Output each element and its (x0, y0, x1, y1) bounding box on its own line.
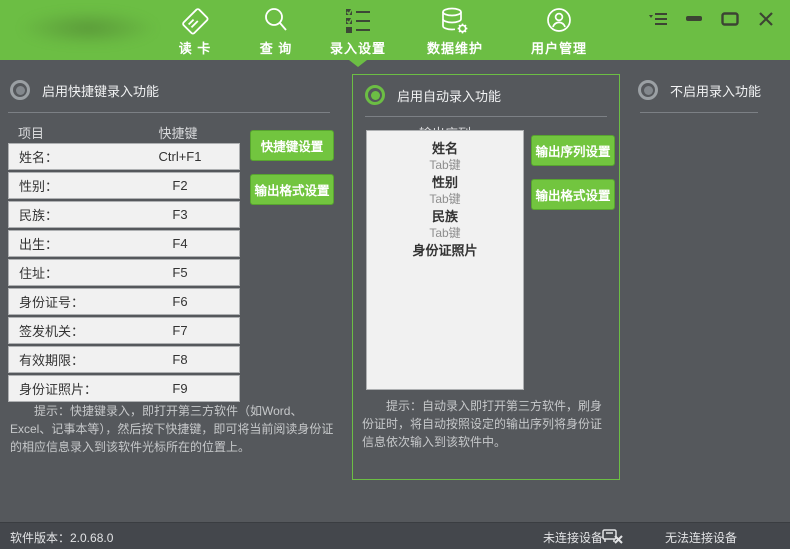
device-status-text: 未连接设备 (543, 529, 603, 546)
search-icon (260, 5, 292, 37)
tab-label: 录入设置 (330, 38, 386, 57)
row-hotkey: F7 (121, 323, 239, 338)
database-gear-icon (438, 5, 472, 37)
row-label: 出生： (9, 234, 121, 253)
none-mode-radio[interactable] (638, 80, 658, 100)
row-hotkey: F8 (121, 352, 239, 367)
tab-label: 数据维护 (427, 38, 483, 57)
table-row[interactable]: 身份证照片： F9 (8, 375, 240, 402)
sequence-item: 姓名 (367, 140, 523, 157)
tab-read-card[interactable]: 读 卡 (155, 5, 235, 57)
tab-label: 读 卡 (179, 38, 212, 57)
header-bar: 读 卡 查 询 (0, 0, 790, 60)
tab-user-management[interactable]: 用户管理 (511, 5, 607, 57)
output-sequence-list[interactable]: 姓名 Tab键 性别 Tab键 民族 Tab键 身份证照片 (366, 130, 524, 390)
none-mode-option[interactable]: 不启用录入功能 (638, 80, 783, 100)
divider (640, 112, 758, 113)
row-hotkey: F5 (121, 265, 239, 280)
row-hotkey: F9 (121, 381, 239, 396)
tab-label: 用户管理 (531, 38, 587, 57)
divider (365, 116, 607, 117)
maximize-icon[interactable] (720, 10, 740, 28)
connection-status-text: 无法连接设备 (665, 529, 737, 546)
row-label: 民族： (9, 205, 121, 224)
tab-entry-settings[interactable]: 录入设置 (317, 5, 399, 57)
hotkey-hint-text: 提示：快捷键录入，即打开第三方软件（如Word、Excel、记事本等），然后按下… (10, 402, 336, 456)
sequence-item: 民族 (367, 208, 523, 225)
table-row[interactable]: 性别： F2 (8, 172, 240, 199)
table-row[interactable]: 身份证号： F6 (8, 288, 240, 315)
row-hotkey: F6 (121, 294, 239, 309)
row-hotkey: F2 (121, 178, 239, 193)
user-icon (543, 5, 575, 37)
active-tab-indicator (349, 60, 367, 67)
sequence-key-item: Tab键 (367, 157, 523, 174)
row-label: 姓名： (9, 147, 121, 166)
column-header-hotkey: 快捷键 (128, 123, 228, 142)
divider (8, 112, 330, 113)
entry-settings-icon (342, 5, 374, 37)
sequence-key-item: Tab键 (367, 191, 523, 208)
row-label: 有效期限： (9, 350, 121, 369)
tab-data-maintenance[interactable]: 数据维护 (399, 5, 511, 57)
table-row[interactable]: 出生： F4 (8, 230, 240, 257)
menu-icon[interactable] (648, 10, 668, 28)
tab-label: 查 询 (260, 38, 293, 57)
auto-mode-option[interactable]: 启用自动录入功能 (365, 85, 619, 105)
hotkey-panel-buttons: 快捷键设置 输出格式设置 (250, 130, 336, 218)
hotkey-mode-option[interactable]: 启用快捷键录入功能 (10, 80, 338, 100)
sequence-item: 性别 (367, 174, 523, 191)
hotkey-entry-panel: 启用快捷键录入功能 项目 快捷键 姓名： Ctrl+F1 性别： F2 民族： … (8, 70, 338, 520)
sequence-item: 身份证照片 (367, 242, 523, 259)
device-disconnected-icon (601, 527, 623, 545)
minimize-icon[interactable] (684, 10, 704, 28)
table-row[interactable]: 住址： F5 (8, 259, 240, 286)
output-format-settings-button[interactable]: 输出格式设置 (250, 174, 334, 205)
row-label: 性别： (9, 176, 121, 195)
auto-panel-buttons: 输出序列设置 输出格式设置 (531, 135, 617, 223)
table-row[interactable]: 民族： F3 (8, 201, 240, 228)
status-bar: 软件版本：2.0.68.0 未连接设备 无法连接设备 (0, 522, 790, 549)
hotkey-settings-button[interactable]: 快捷键设置 (250, 130, 334, 161)
card-reader-icon (179, 5, 211, 37)
none-mode-label: 不启用录入功能 (670, 81, 761, 100)
table-row[interactable]: 有效期限： F8 (8, 346, 240, 373)
auto-mode-label: 启用自动录入功能 (397, 86, 501, 105)
output-sequence-settings-button[interactable]: 输出序列设置 (531, 135, 615, 166)
close-icon[interactable] (756, 10, 776, 28)
row-label: 身份证照片： (9, 379, 121, 398)
software-version-text: 软件版本：2.0.68.0 (10, 529, 113, 546)
row-hotkey: Ctrl+F1 (121, 149, 239, 164)
column-header-item: 项目 (18, 123, 44, 142)
row-label: 身份证号： (9, 292, 121, 311)
hotkey-mode-label: 启用快捷键录入功能 (42, 81, 159, 100)
output-format-settings-button[interactable]: 输出格式设置 (531, 179, 615, 210)
row-label: 住址： (9, 263, 121, 282)
window-controls (648, 10, 776, 28)
auto-entry-panel: 启用自动录入功能 输出序列 姓名 Tab键 性别 Tab键 民族 Tab键 身份… (352, 74, 620, 480)
auto-hint-text: 提示：自动录入即打开第三方软件，刷身份证时，将自动按照设定的输出序列将身份证信息… (362, 397, 610, 451)
table-row[interactable]: 姓名： Ctrl+F1 (8, 143, 240, 170)
no-entry-panel: 不启用录入功能 (638, 80, 783, 113)
hotkey-table: 姓名： Ctrl+F1 性别： F2 民族： F3 出生： F4 住址： F5 … (8, 143, 240, 402)
main-nav: 读 卡 查 询 (155, 5, 607, 57)
tab-query[interactable]: 查 询 (235, 5, 317, 57)
app-logo (18, 10, 158, 46)
app-window: 读 卡 查 询 (0, 0, 790, 549)
hotkey-mode-radio[interactable] (10, 80, 30, 100)
row-label: 签发机关： (9, 321, 121, 340)
auto-mode-radio[interactable] (365, 85, 385, 105)
row-hotkey: F4 (121, 236, 239, 251)
row-hotkey: F3 (121, 207, 239, 222)
sequence-key-item: Tab键 (367, 225, 523, 242)
table-row[interactable]: 签发机关： F7 (8, 317, 240, 344)
